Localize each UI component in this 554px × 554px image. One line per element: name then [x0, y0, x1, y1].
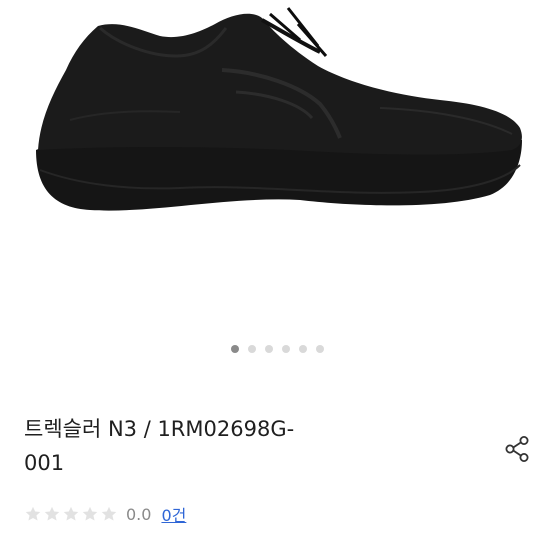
product-title-line-2: 001: [24, 451, 65, 475]
rating-row: 0.0 0건: [24, 502, 186, 526]
rating-value: 0.0: [126, 504, 152, 524]
star-icon: [25, 506, 41, 521]
product-image: [36, 7, 522, 211]
star-icon: [101, 506, 117, 521]
pagination-dot-2[interactable]: [247, 345, 256, 353]
product-info-section: 트렉슬러 N3 / 1RM02698G- 001 0.0 0건: [0, 376, 554, 554]
share-icon: [505, 436, 529, 462]
image-pagination-dots[interactable]: [0, 345, 554, 353]
product-title-line-1: 트렉슬러 N3 / 1RM02698G-: [24, 417, 295, 441]
pagination-dot-6[interactable]: [315, 345, 324, 353]
pagination-dot-4[interactable]: [281, 345, 290, 353]
pagination-dot-3[interactable]: [264, 345, 273, 353]
star-icon: [82, 506, 98, 521]
pagination-dot-1[interactable]: [230, 345, 239, 353]
product-image-gallery[interactable]: [0, 0, 554, 376]
share-button[interactable]: [500, 432, 534, 466]
star-icon: [63, 506, 79, 521]
review-count-link[interactable]: 0건: [161, 502, 186, 526]
product-title: 트렉슬러 N3 / 1RM02698G- 001: [24, 412, 424, 480]
rating-stars: [24, 505, 118, 523]
pagination-dot-5[interactable]: [298, 345, 307, 353]
star-icon: [44, 506, 60, 521]
